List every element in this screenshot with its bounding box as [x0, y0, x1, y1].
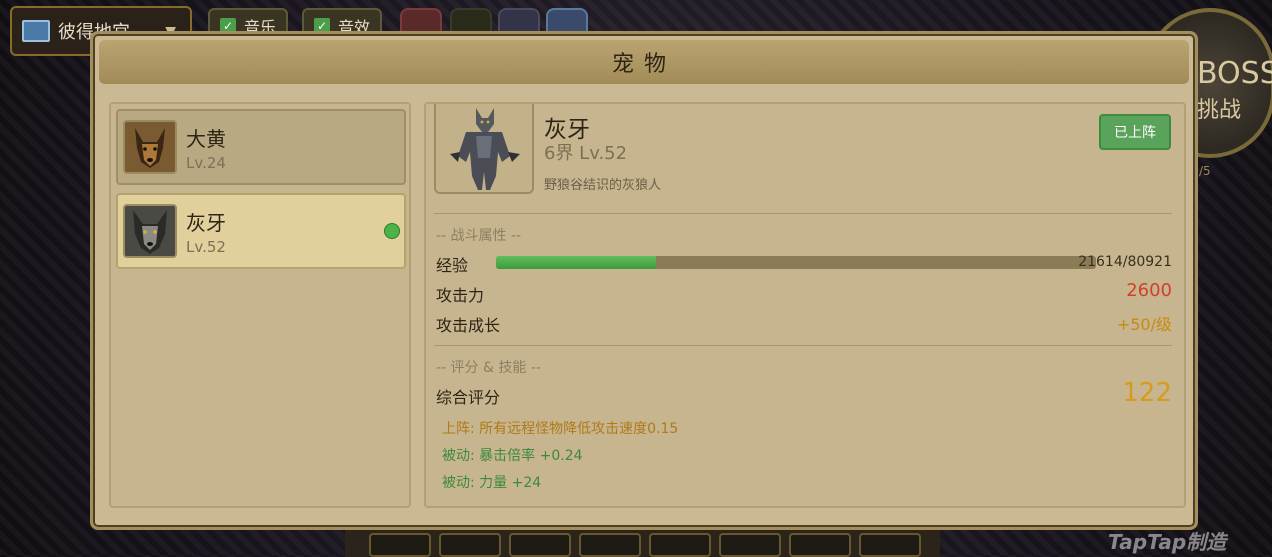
- attack-growth-value: +50/级: [1116, 315, 1172, 334]
- boss-button-subtitle: 挑战: [1197, 98, 1242, 123]
- wolf-portrait-icon: [123, 204, 177, 258]
- attack-growth-label: 攻击成长: [436, 316, 501, 335]
- skill-slot[interactable]: [439, 533, 501, 557]
- pet-dialog: 宠物 大黄 Lv.24 灰牙 Lv.52 灰牙 6界 Lv.52 野狼谷结识的灰…: [90, 31, 1198, 530]
- pet-name: 灰牙: [186, 211, 226, 235]
- skill-line: 被动: 暴击倍率 +0.24: [442, 448, 583, 464]
- dog-portrait-icon: [123, 120, 177, 174]
- pet-detail-panel: 灰牙 6界 Lv.52 野狼谷结识的灰狼人 已上阵 -- 战斗属性 -- 经验 …: [424, 102, 1186, 508]
- pet-list-item-selected[interactable]: 灰牙 Lv.52: [116, 193, 406, 269]
- pet-detail-description: 野狼谷结识的灰狼人: [544, 178, 662, 193]
- skill-slot[interactable]: [649, 533, 711, 557]
- skill-line: 被动: 力量 +24: [442, 475, 542, 491]
- pet-name: 大黄: [186, 127, 226, 151]
- pet-level: Lv.24: [186, 154, 226, 172]
- exp-progress-fill: [496, 256, 657, 269]
- werewolf-portrait-icon: [434, 104, 534, 194]
- skill-slot[interactable]: [719, 533, 781, 557]
- skill-slot[interactable]: [579, 533, 641, 557]
- overall-score-value: 122: [1122, 378, 1172, 408]
- skill-line: 上阵: 所有远程怪物降低攻击速度0.15: [442, 421, 679, 437]
- boss-button-title: BOSS: [1197, 56, 1272, 91]
- skill-slot[interactable]: [859, 533, 921, 557]
- skill-slot[interactable]: [369, 533, 431, 557]
- attack-value: 2600: [1126, 280, 1172, 301]
- dialog-header: 宠物: [99, 40, 1189, 84]
- score-section-label: -- 评分 & 技能 --: [436, 360, 541, 376]
- pet-detail-level: 6界 Lv.52: [544, 143, 628, 164]
- pet-list: 大黄 Lv.24 灰牙 Lv.52: [109, 102, 411, 508]
- bottom-skill-bar: [345, 528, 940, 557]
- pet-list-item[interactable]: 大黄 Lv.24: [116, 109, 406, 185]
- active-status-icon: [384, 223, 400, 239]
- map-icon: [22, 20, 50, 42]
- exp-progress-bar: [496, 256, 1096, 269]
- divider: [434, 345, 1172, 346]
- divider: [434, 213, 1172, 214]
- exp-label: 经验: [436, 256, 469, 275]
- skill-slot[interactable]: [789, 533, 851, 557]
- combat-section-label: -- 战斗属性 --: [436, 228, 522, 244]
- skill-slot[interactable]: [509, 533, 571, 557]
- pet-level: Lv.52: [186, 238, 226, 256]
- watermark: TapTap制造: [1108, 530, 1227, 554]
- deploy-button[interactable]: 已上阵: [1099, 114, 1171, 150]
- overall-score-label: 综合评分: [436, 388, 501, 407]
- dialog-title: 宠物: [611, 52, 676, 77]
- attack-label: 攻击力: [436, 286, 485, 305]
- exp-value: 21614/80921: [1078, 254, 1172, 270]
- boss-button-count: /5: [1199, 164, 1211, 178]
